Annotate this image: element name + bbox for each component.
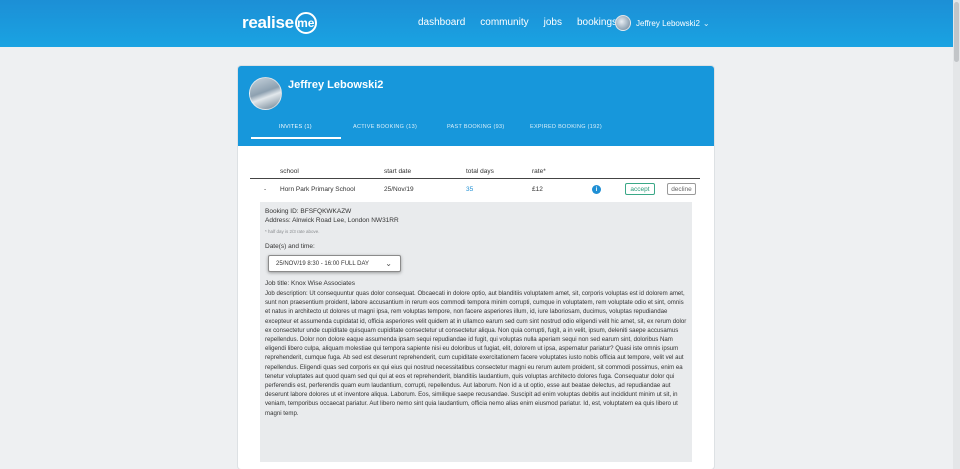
row-start-date: 25/Nov/19 <box>384 186 414 193</box>
tab-active-booking[interactable]: ACTIVE BOOKING (13) <box>353 124 417 130</box>
half-day-note: * half day is 2/3 rate above. <box>265 229 320 234</box>
job-description: Job description: Ut consequuntur quas do… <box>265 290 687 417</box>
column-header-school: school <box>280 168 299 175</box>
tab-expired-booking[interactable]: EXPIRED BOOKING (192) <box>530 124 602 130</box>
table-header-divider <box>250 178 700 179</box>
logo-me-circle: me <box>294 12 317 34</box>
chevron-down-icon: ⌄ <box>385 259 392 268</box>
row-total-days[interactable]: 35 <box>466 186 473 193</box>
job-title: Job title: Knox Wise Associates <box>265 280 355 287</box>
booking-address: Address: Alnwick Road Lee, London NW31RR <box>265 217 399 224</box>
column-header-start-date: start date <box>384 168 412 175</box>
date-time-value: 25/NOV/19 8:30 - 16:00 FULL DAY <box>276 260 370 267</box>
profile-name: Jeffrey Lebowski2 <box>288 79 384 91</box>
date-time-select[interactable]: 25/NOV/19 8:30 - 16:00 FULL DAY ⌄ <box>268 255 401 272</box>
logo-text: realise <box>242 13 294 32</box>
row-school: Horn Park Primary School <box>280 186 356 193</box>
nav-community[interactable]: community <box>480 17 528 28</box>
profile-avatar <box>249 77 282 110</box>
info-icon[interactable]: i <box>592 185 601 194</box>
row-rate: £12 <box>532 186 543 193</box>
chevron-down-icon: ⌄ <box>702 18 710 28</box>
booking-details-panel: Booking ID: BFSFQKWKAZW Address: Alnwick… <box>260 202 692 462</box>
booking-id: Booking ID: BFSFQKWKAZW <box>265 208 352 215</box>
user-menu[interactable]: Jeffrey Lebowski2 ⌄ <box>615 15 710 31</box>
active-tab-indicator <box>251 137 341 139</box>
nav-jobs[interactable]: jobs <box>544 17 562 28</box>
nav-dashboard[interactable]: dashboard <box>418 17 465 28</box>
row-collapse-toggle[interactable]: - <box>264 186 266 193</box>
bookings-card: Jeffrey Lebowski2 INVITES (1) ACTIVE BOO… <box>238 66 714 469</box>
page-scrollbar[interactable] <box>953 0 960 469</box>
tab-invites[interactable]: INVITES (1) <box>279 124 312 130</box>
realiseme-logo[interactable]: realise me <box>242 11 317 35</box>
main-nav: dashboard community jobs bookings <box>418 17 632 28</box>
user-menu-name: Jeffrey Lebowski2 <box>636 18 700 28</box>
accept-button[interactable]: accept <box>625 183 655 195</box>
profile-header: Jeffrey Lebowski2 INVITES (1) ACTIVE BOO… <box>238 66 714 146</box>
top-navigation-bar: realise me dashboard community jobs book… <box>0 0 960 47</box>
nav-bookings[interactable]: bookings <box>577 17 617 28</box>
decline-button[interactable]: decline <box>667 183 696 195</box>
scrollbar-thumb[interactable] <box>954 2 959 62</box>
user-avatar <box>615 15 631 31</box>
column-header-rate: rate* <box>532 168 546 175</box>
tab-past-booking[interactable]: PAST BOOKING (93) <box>447 124 504 130</box>
column-header-total-days: total days <box>466 168 494 175</box>
booking-tabs: INVITES (1) ACTIVE BOOKING (13) PAST BOO… <box>238 124 714 146</box>
dates-label: Date(s) and time: <box>265 243 315 250</box>
